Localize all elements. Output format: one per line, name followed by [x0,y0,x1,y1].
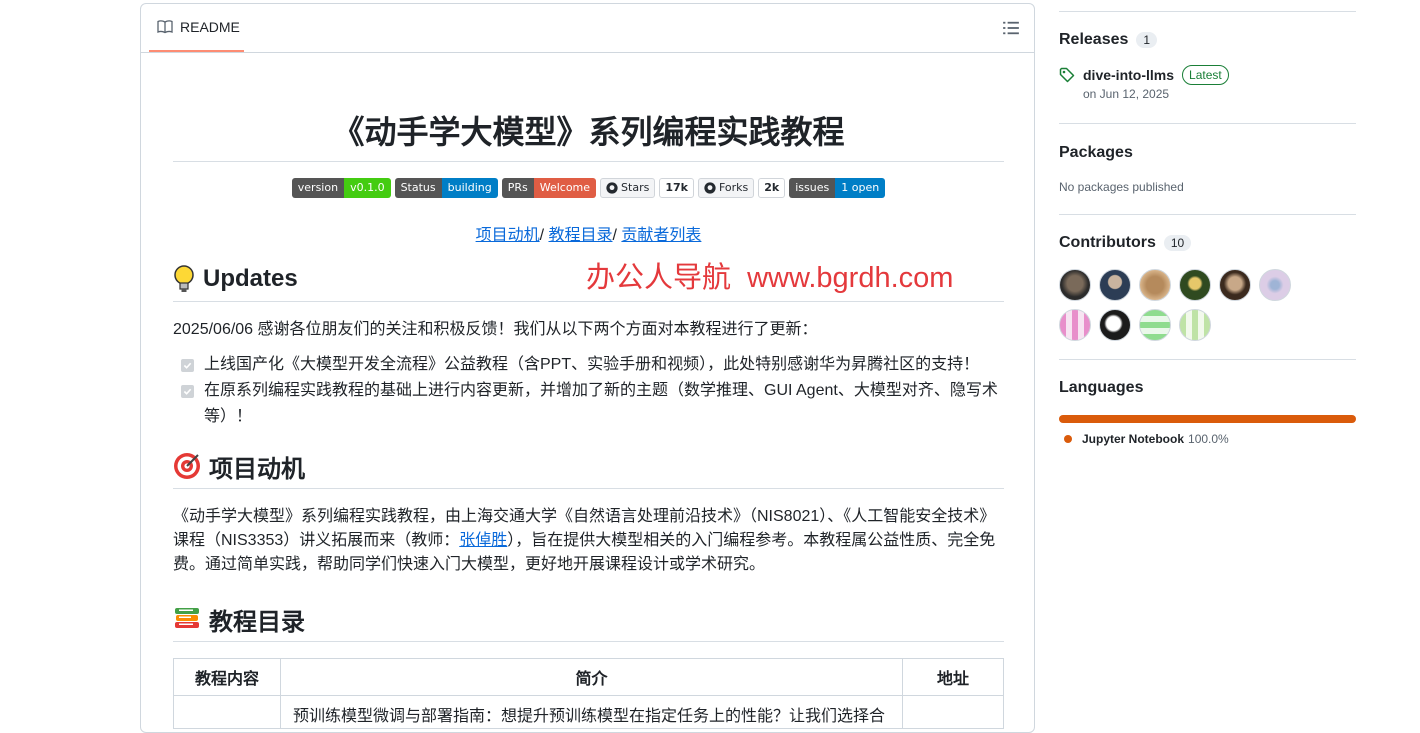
packages-heading[interactable]: Packages [1059,144,1356,162]
table-header-row: 教程内容 简介 地址 [173,658,1004,696]
contributors-heading[interactable]: Contributors 10 [1059,234,1356,252]
badge-row: version v0.1.0 Status building PRs Welco… [173,178,1004,198]
column-header: 地址 [902,658,1004,696]
avatar[interactable] [1139,269,1171,301]
target-icon [174,453,200,479]
badge-value: v0.1.0 [344,178,391,198]
readme-header: README [141,4,1034,53]
language-color-dot [1064,435,1072,443]
avatar[interactable] [1059,269,1091,301]
avatar[interactable] [1219,269,1251,301]
toc-table: 教程内容 简介 地址 预训练模型微调与部署指南：想提升预训练模型在指定任务上的性… [173,658,1004,729]
language-name: Jupyter Notebook [1082,432,1185,446]
language-item[interactable]: Jupyter Notebook 100.0% [1059,432,1356,446]
language-bar-fill [1059,415,1356,423]
badge-value: building [441,178,498,198]
stars-count: 17k [659,178,694,198]
toc-heading-text: 教程目录 [209,608,305,636]
readme-nav-links: 项目动机/ 教程目录/ 贡献者列表 [173,221,1004,245]
version-badge[interactable]: version v0.1.0 [291,178,391,198]
toc-heading: 教程目录 [173,597,1004,642]
updates-heading-text: Updates [203,265,298,292]
release-item: dive-into-llms Latest on Jun 12, 2025 [1059,65,1356,101]
badge-label: PRs [501,178,534,198]
watermark-text: 办公人导航 www.bgrdh.com [586,262,954,294]
contributor-avatars [1059,269,1329,341]
contributors-count: 10 [1163,235,1192,251]
teacher-link[interactable]: 张倬胜 [459,532,507,549]
packages-section: Packages No packages published [1059,123,1356,215]
updates-task-list: 上线国产化《大模型开发全流程》公益教程（含PPT、实验手册和视频），此处特别感谢… [173,352,1004,430]
github-icon [606,182,618,194]
github-icon [704,182,716,194]
releases-heading[interactable]: Releases 1 [1059,31,1356,49]
badge-value: 1 open [835,178,886,198]
contributors-heading-text: Contributors [1059,234,1156,251]
releases-section: Releases 1 dive-into-llms Latest on Jun … [1059,11,1356,124]
forks-count: 2k [758,178,786,198]
languages-section: Languages Jupyter Notebook 100.0% [1059,359,1356,460]
badge-value: Welcome [533,178,597,198]
stars-badge[interactable]: Stars 17k [600,178,694,198]
book-icon [157,20,173,34]
column-header: 教程内容 [173,658,281,696]
task-text: 在原系列编程实践教程的基础上进行内容更新，并增加了新的主题（数学推理、GUI A… [204,382,998,425]
link-contributors[interactable]: 贡献者列表 [621,227,701,244]
stars-label: Stars [621,181,650,194]
books-icon [175,608,199,628]
release-date: on Jun 12, 2025 [1083,87,1170,101]
packages-empty-text: No packages published [1059,180,1184,194]
prs-badge[interactable]: PRs Welcome [501,178,597,198]
readme-tab[interactable]: README [149,4,244,52]
tag-icon [1059,67,1075,83]
release-tag-link[interactable]: dive-into-llms [1083,67,1174,83]
badge-label: issues [789,178,836,198]
status-badge[interactable]: Status building [394,178,498,198]
table-cell: 预训练模型微调与部署指南：想提升预训练模型在指定任务上的性能？让我们选择合 [280,695,903,729]
task-item: 上线国产化《大模型开发全流程》公益教程（含PPT、实验手册和视频），此处特别感谢… [181,352,1004,378]
language-percent: 100.0% [1188,432,1229,446]
forks-label: Forks [718,181,749,194]
checkbox-checked [181,385,194,398]
lightbulb-icon [174,265,194,292]
readme-box: README 《动手学大模型》系列编程实践教程 version v0.1.0 S… [140,3,1035,733]
issues-badge[interactable]: issues 1 open [789,178,886,198]
avatar[interactable] [1059,309,1091,341]
releases-count: 1 [1136,32,1158,48]
latest-badge: Latest [1182,65,1229,85]
table-row: 预训练模型微调与部署指南：想提升预训练模型在指定任务上的性能？让我们选择合 [173,695,1004,729]
avatar[interactable] [1139,309,1171,341]
forks-badge[interactable]: Forks 2k [697,178,786,198]
updates-intro: 2025/06/06 感谢各位朋友们的关注和积极反馈！我们从以下两个方面对本教程… [173,321,818,338]
motivation-heading-text: 项目动机 [209,455,305,483]
badge-label: Status [394,178,442,198]
readme-content: 《动手学大模型》系列编程实践教程 version v0.1.0 Status b… [173,52,1004,729]
check-icon [183,388,192,395]
link-toc[interactable]: 教程目录 [548,227,612,244]
link-motivation[interactable]: 项目动机 [476,227,540,244]
badge-label: version [291,178,345,198]
avatar[interactable] [1179,309,1211,341]
readme-title: 《动手学大模型》系列编程实践教程 [173,110,1004,162]
languages-heading: Languages [1059,379,1144,396]
releases-heading-text: Releases [1059,31,1129,48]
avatar[interactable] [1179,269,1211,301]
check-icon [183,362,192,369]
outline-list-icon[interactable] [1002,19,1020,37]
checkbox-checked [181,359,194,372]
avatar[interactable] [1099,269,1131,301]
avatar[interactable] [1259,269,1291,301]
language-bar [1059,415,1356,423]
motivation-heading: 项目动机 [173,444,1004,489]
motivation-paragraph: 《动手学大模型》系列编程实践教程，由上海交通大学《自然语言处理前沿技术》（NIS… [173,505,1004,577]
column-header: 简介 [280,658,903,696]
task-item: 在原系列编程实践教程的基础上进行内容更新，并增加了新的主题（数学推理、GUI A… [181,378,1004,430]
contributors-section: Contributors 10 [1059,214,1356,360]
readme-tab-label: README [180,19,240,35]
task-text: 上线国产化《大模型开发全流程》公益教程（含PPT、实验手册和视频），此处特别感谢… [204,356,980,373]
avatar[interactable] [1099,309,1131,341]
